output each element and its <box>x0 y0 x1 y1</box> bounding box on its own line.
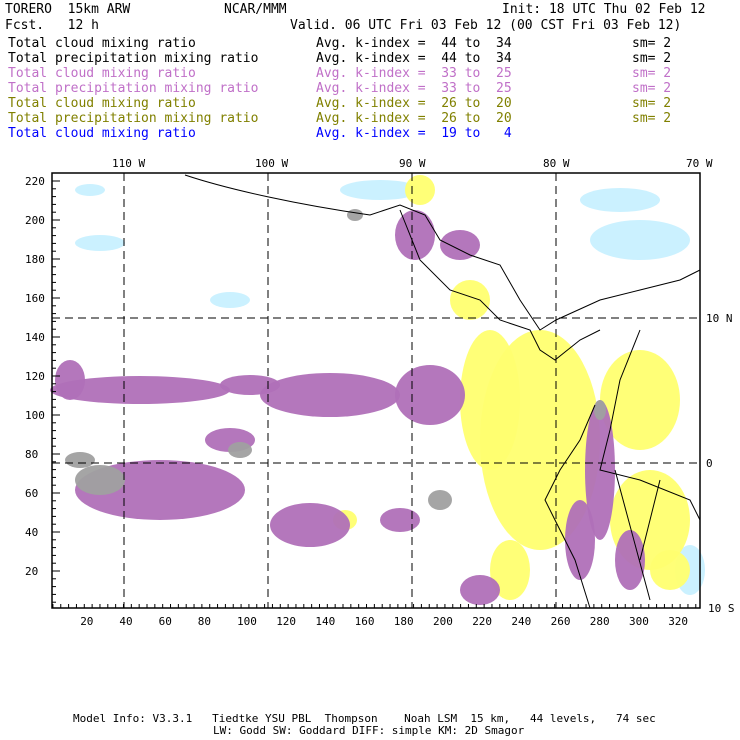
y-tick-label: 200 <box>25 214 45 227</box>
x-tick-label: 280 <box>589 615 610 628</box>
y-tick-label: 100 <box>25 409 45 422</box>
y-tick-label: 40 <box>25 526 39 539</box>
lat-label: 10 N <box>706 312 733 325</box>
y-tick-label: 60 <box>25 487 39 500</box>
y-tick-label: 120 <box>25 370 45 383</box>
x-tick-label: 100 <box>237 615 257 628</box>
yellow-cloud-area <box>650 550 690 590</box>
x-tick-label: 180 <box>393 615 414 628</box>
purple-cloud-area <box>270 503 350 547</box>
gray-cloud-area <box>228 442 252 458</box>
lightblue-cloud-area <box>580 188 660 212</box>
x-tick-label: 80 <box>197 615 212 628</box>
x-tick-label: 300 <box>629 615 649 628</box>
purple-cloud-area <box>380 508 420 532</box>
purple-cloud-area <box>395 210 435 260</box>
purple-cloud-area <box>220 375 280 395</box>
lon-label: 100 W <box>255 157 289 170</box>
lightblue-cloud-area <box>590 220 690 260</box>
y-tick-label: 220 <box>25 175 45 188</box>
lightblue-cloud-area <box>75 184 105 196</box>
x-tick-label: 120 <box>276 615 297 628</box>
purple-cloud-area <box>440 230 480 260</box>
x-tick-label: 200 <box>433 615 453 628</box>
y-tick-label: 180 <box>25 253 45 266</box>
lat-label: 10 S <box>708 602 735 615</box>
cloud-fields <box>50 175 705 605</box>
yellow-cloud-area <box>460 330 520 470</box>
lon-label: 110 W <box>112 157 146 170</box>
gray-cloud-area <box>428 490 452 510</box>
x-tick-label: 160 <box>354 615 375 628</box>
y-tick-label: 80 <box>25 448 39 461</box>
x-tick-label: 40 <box>119 615 133 628</box>
x-tick-label: 260 <box>550 615 571 628</box>
lon-label: 90 W <box>399 157 426 170</box>
model-info-line2: LW: Godd SW: Goddard DIFF: simple KM: 2D… <box>213 724 525 737</box>
lat-label: 0 <box>706 457 713 470</box>
y-tick-label: 160 <box>25 292 45 305</box>
y-tick-label: 140 <box>25 331 45 344</box>
map-plot <box>50 172 705 609</box>
purple-cloud-area <box>565 500 595 580</box>
gray-cloud-area <box>347 209 363 221</box>
x-tick-label: 140 <box>315 615 336 628</box>
purple-cloud-area <box>55 360 85 400</box>
purple-cloud-area <box>395 365 465 425</box>
gray-cloud-area <box>65 452 95 468</box>
lon-label: 70 W <box>686 157 713 170</box>
purple-cloud-area <box>460 575 500 605</box>
x-tick-label: 320 <box>668 615 689 628</box>
yellow-cloud-area <box>405 175 435 205</box>
yellow-cloud-area <box>450 280 490 320</box>
x-tick-label: 240 <box>511 615 532 628</box>
lightblue-cloud-area <box>75 235 125 251</box>
x-tick-label: 60 <box>158 615 172 628</box>
lon-label: 80 W <box>543 157 570 170</box>
y-tick-label: 20 <box>25 565 39 578</box>
x-tick-label: 20 <box>80 615 94 628</box>
gray-cloud-area <box>75 465 125 495</box>
lightblue-cloud-area <box>210 292 250 308</box>
gray-cloud-area <box>594 400 606 420</box>
x-tick-label: 220 <box>472 615 493 628</box>
purple-cloud-area <box>260 373 400 417</box>
